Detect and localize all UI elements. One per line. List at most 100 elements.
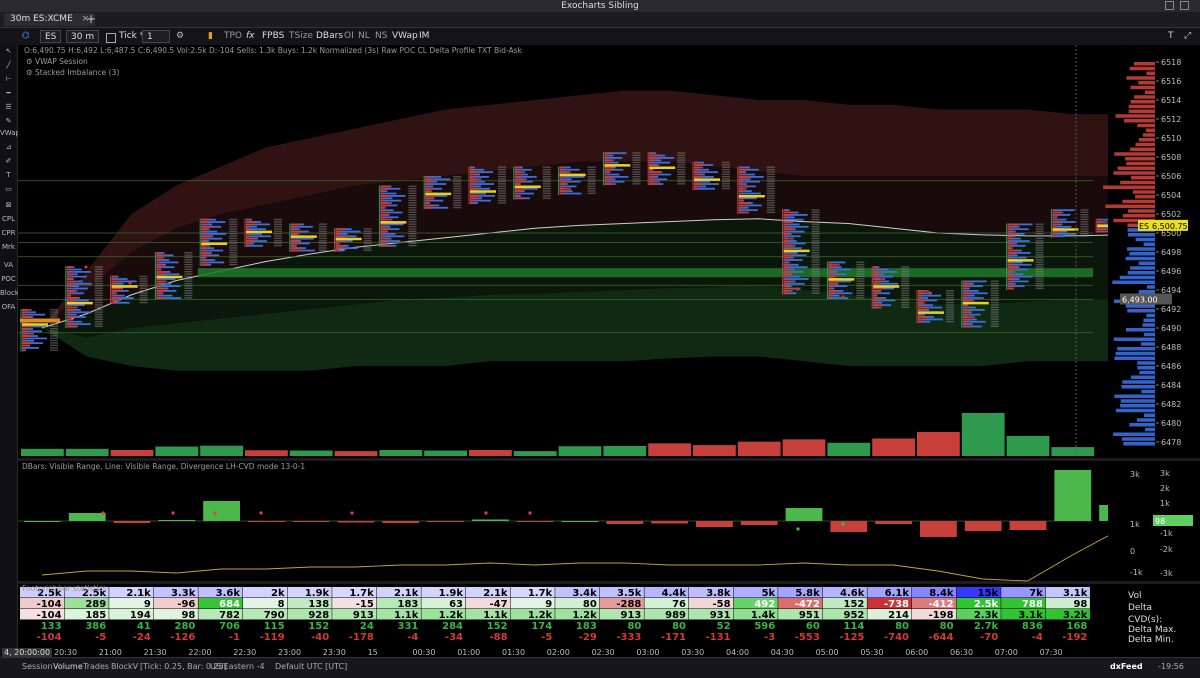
footprint-text-level	[632, 173, 641, 176]
footprint-ask-level	[873, 297, 883, 299]
footprint-text-level	[408, 199, 417, 202]
gear-icon[interactable]: ⚙	[26, 68, 33, 77]
stats-value: -34	[445, 632, 463, 643]
footprint-poc	[201, 242, 228, 245]
text-tool-icon[interactable]: T	[1168, 30, 1174, 43]
minimize-window-button[interactable]	[1165, 1, 1174, 10]
footprint-text-level	[408, 230, 417, 233]
function-icon[interactable]: fx	[246, 30, 255, 43]
profile-level	[1129, 252, 1155, 256]
footprint-text-level	[766, 202, 775, 204]
volume-bar	[155, 446, 199, 456]
stats-row-label: Delta Min.	[1128, 635, 1174, 645]
text-icon[interactable]: T	[0, 171, 17, 179]
tool-block[interactable]: Block	[0, 289, 19, 297]
chart-canvas[interactable]: 3k2k1k0-1k-2k-3k3k1k0-1k98 2.5k2.5k2.1k3…	[18, 45, 1200, 657]
tool-cpl[interactable]: CPL	[0, 215, 17, 223]
footprint-bid-level	[246, 228, 266, 231]
footprint-ask-level	[828, 273, 839, 276]
footprint-text-level	[94, 290, 103, 292]
status-timezone[interactable]: US/Eastern -4	[210, 662, 265, 671]
ruler-icon[interactable]: ⊿	[0, 143, 17, 151]
tick-value-input[interactable]: 1	[142, 30, 170, 43]
toolbar-dbars[interactable]: DBars	[316, 30, 343, 43]
stats-value: 931	[710, 610, 731, 621]
time-tick-label: 06:00	[905, 648, 928, 657]
symbol-selector[interactable]: ES	[40, 30, 62, 43]
status-session[interactable]: Session	[22, 662, 53, 671]
ray-icon[interactable]: ⊢	[0, 75, 17, 83]
status-utc[interactable]: Default UTC [UTC]	[275, 662, 347, 671]
fib-icon[interactable]: ☰	[0, 103, 17, 111]
toolbar-tsize[interactable]: TSize	[289, 30, 313, 43]
toolbar-ns[interactable]: NS	[375, 30, 387, 43]
footprint-ask-level	[783, 266, 791, 269]
brush-icon[interactable]: ✐	[0, 157, 17, 165]
stats-value: 952	[844, 610, 865, 621]
footprint-ask-level	[22, 349, 24, 352]
trendline-icon[interactable]: ╱	[0, 61, 17, 69]
tab-label: 30m ES:XCME	[10, 14, 73, 24]
tick-checkbox[interactable]	[106, 33, 116, 43]
status-volume[interactable]: Volume	[53, 662, 83, 671]
footprint-ask-level	[156, 256, 165, 259]
footprint-ask-level	[783, 235, 786, 238]
expand-icon[interactable]: ⤢	[1184, 30, 1191, 43]
stats-value: 3.1k	[1063, 588, 1088, 599]
footprint-ask-level	[1007, 271, 1014, 273]
toolbar-nl[interactable]: NL	[358, 30, 370, 43]
toolbar-oi[interactable]: OI	[344, 30, 354, 43]
footprint-ask-level	[1007, 252, 1016, 254]
profile-level	[1125, 328, 1155, 332]
tool-vwap[interactable]: VWap	[0, 129, 20, 137]
status-blockv[interactable]: BlockV	[111, 662, 138, 671]
toolbar-im[interactable]: IM	[419, 30, 429, 43]
add-tab-icon[interactable]: +	[86, 12, 96, 26]
tool-ofa[interactable]: OFA	[0, 303, 17, 311]
chart-tab[interactable]: 30m ES:XCME ×	[4, 13, 96, 26]
footprint-text-level	[318, 244, 327, 247]
rect-icon[interactable]: ▭	[0, 185, 17, 193]
footprint-ask-level	[738, 171, 746, 174]
footprint-text-level	[811, 290, 820, 292]
stats-value: 2.5k	[974, 599, 999, 610]
footprint-ask-level	[111, 275, 117, 278]
toolbar-tpo[interactable]: TPO	[224, 30, 242, 43]
footprint-text-level	[1035, 268, 1044, 271]
cursor-icon[interactable]: ↖	[0, 47, 17, 55]
footprint-text-level	[1080, 221, 1089, 223]
tool-cpr[interactable]: CPR	[0, 229, 17, 237]
delta-bar	[606, 521, 644, 524]
stats-value: 790	[264, 610, 285, 621]
gear-icon[interactable]: ⚙	[176, 30, 184, 43]
footprint-text-level	[408, 195, 417, 197]
tool-va[interactable]: VA	[0, 261, 17, 269]
gear-icon[interactable]: ⚙	[26, 57, 33, 66]
volume-bar	[513, 451, 557, 456]
status-trades[interactable]: Trades	[83, 662, 109, 671]
price-tick-label: 6512	[1161, 115, 1181, 124]
chart-area[interactable]: 3k2k1k0-1k-2k-3k3k1k0-1k98 2.5k2.5k2.1k3…	[18, 45, 1200, 657]
close-window-button[interactable]	[1180, 1, 1189, 10]
tool-poc[interactable]: POC	[0, 275, 17, 283]
footprint-ask-level	[604, 171, 610, 174]
horizontal-line-icon[interactable]: ━	[0, 89, 17, 97]
footprint-text-level	[766, 171, 775, 173]
link-icon[interactable]: ⌬	[22, 30, 30, 43]
shape-icon[interactable]: ⊠	[0, 201, 17, 209]
footprint-text-level	[990, 323, 999, 325]
stats-value: 1.2k	[572, 610, 597, 621]
pencil-icon[interactable]: ✎	[0, 117, 17, 125]
toolbar-vwap[interactable]: VWap	[392, 30, 418, 43]
candle-icon[interactable]: ▮	[208, 30, 213, 43]
profile-level	[1117, 166, 1155, 170]
tool-mrk[interactable]: Mrk	[0, 243, 17, 251]
footprint-poc	[290, 235, 317, 238]
footprint-ask-level	[66, 292, 74, 295]
footprint-ask-level	[470, 176, 474, 178]
timeframe-selector[interactable]: 30 m	[66, 30, 100, 43]
footprint-text-level	[766, 199, 775, 202]
footprint-ask-level	[335, 247, 344, 250]
footprint-ask-level	[1052, 209, 1056, 212]
toolbar-fpbs[interactable]: FPBS	[262, 30, 284, 43]
